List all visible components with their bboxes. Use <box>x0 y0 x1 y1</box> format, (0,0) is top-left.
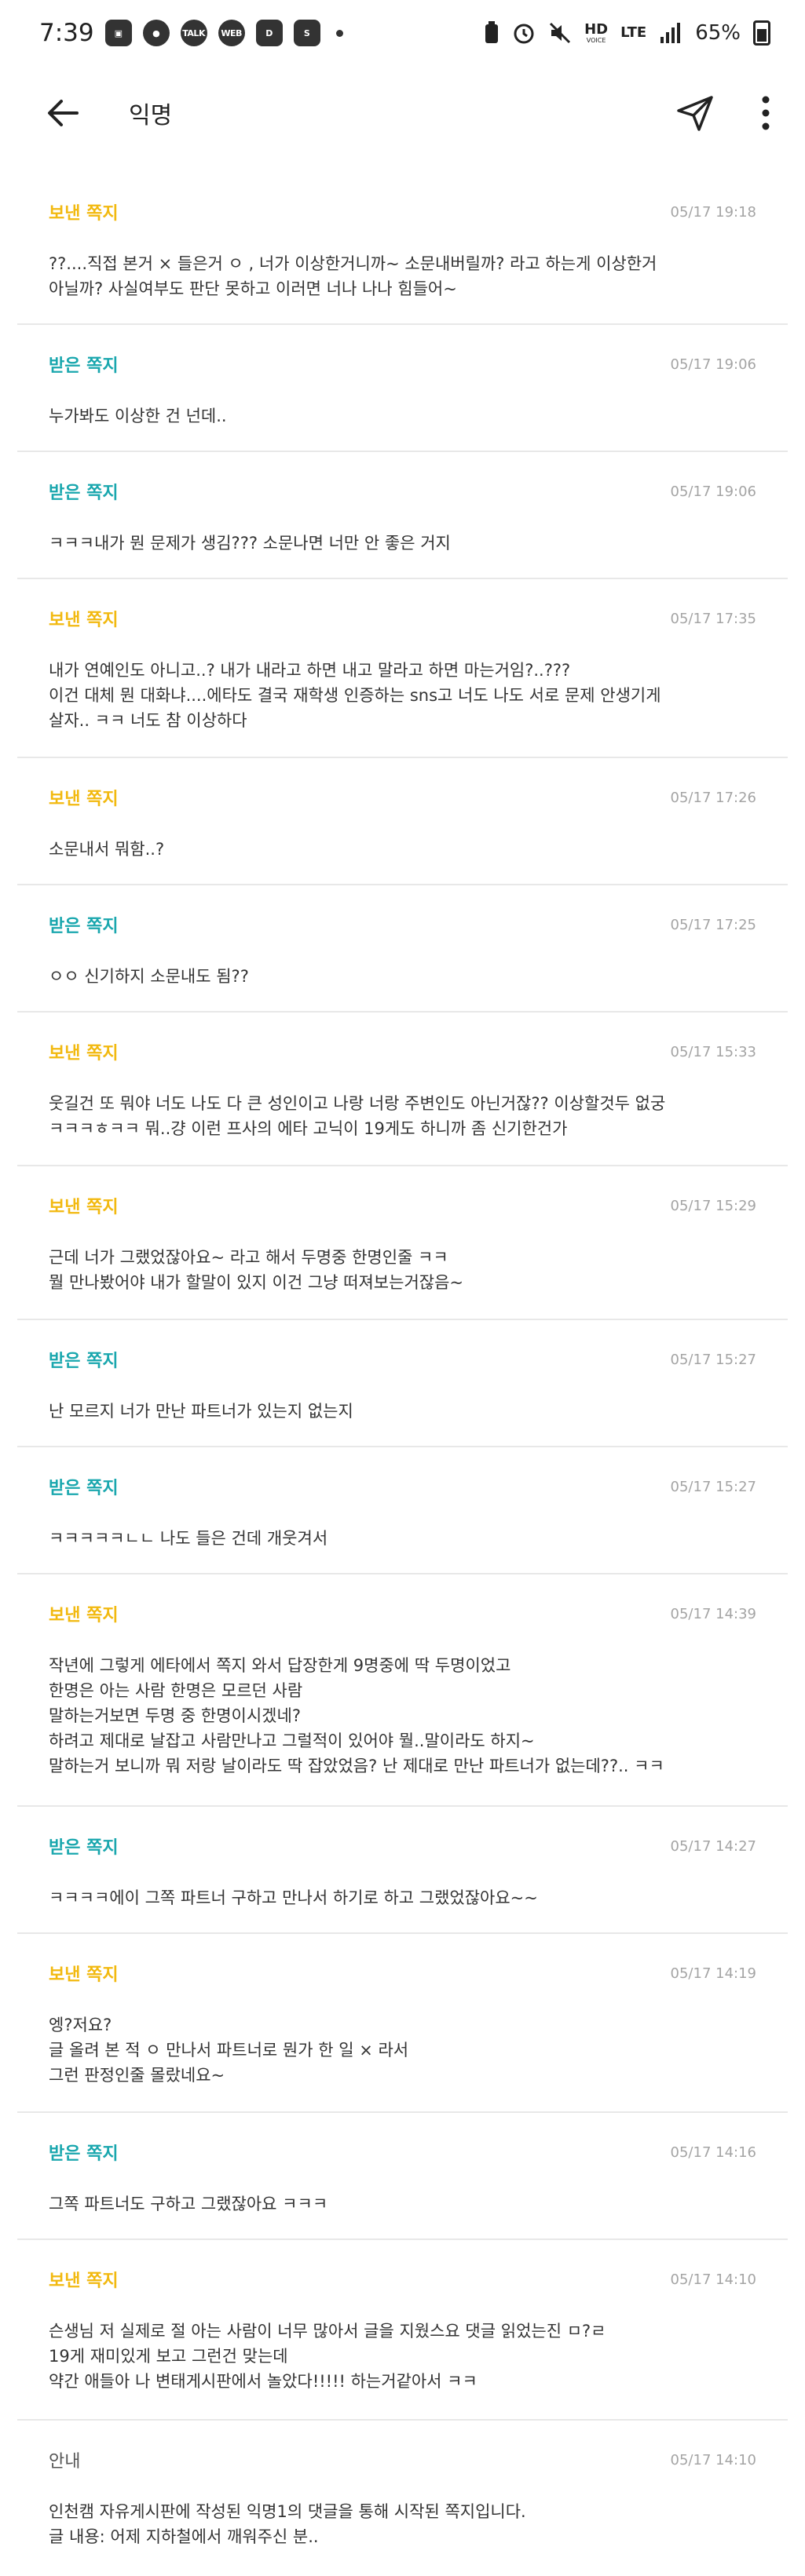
message-body: 소문내서 뭐함..? <box>49 840 165 859</box>
message-item[interactable]: 받은 쪽지 05/17 15:27 난 모르지 너가 만난 파트너가 있는지 없… <box>17 1320 788 1447</box>
alarm-icon <box>514 24 534 44</box>
battery-percent: 65% <box>695 21 741 45</box>
message-item[interactable]: 받은 쪽지 05/17 14:16 그쪽 파트너도 구하고 그랬잖아요 ㅋㅋㅋ <box>17 2113 788 2240</box>
page-title: 익명 <box>129 102 173 130</box>
mute-icon <box>550 22 571 44</box>
more-notifications-dot-icon <box>335 29 343 37</box>
battery-icon <box>753 20 770 46</box>
status-bar: 7:39 ▣ ● TALK WEB D S HD VOICE LTE 65% <box>0 0 805 66</box>
message-item[interactable]: 보낸 쪽지 05/17 15:33 웃길건 또 뭐야 너도 나도 다 큰 성인이… <box>17 1013 788 1166</box>
hd-voice-indicator: HD VOICE <box>584 20 609 44</box>
message-type: 보낸 쪽지 <box>49 790 119 809</box>
message-date: 05/17 15:29 <box>670 1197 756 1214</box>
message-item[interactable]: 보낸 쪽지 05/17 14:39 작년에 그렇게 에타에서 쪽지 와서 답장한… <box>17 1574 788 1807</box>
message-type: 보낸 쪽지 <box>49 1965 119 1985</box>
talk-icon: TALK <box>180 20 207 46</box>
message-type: 받은 쪽지 <box>49 483 119 503</box>
message-body: 내가 연예인도 아니고..? 내가 내라고 하면 내고 말라고 하면 마는거임?… <box>49 661 661 730</box>
message-type: 보낸 쪽지 <box>49 204 119 224</box>
message-body: ㅋㅋㅋㅋ에이 그쪽 파트너 구하고 만나서 하기로 하고 그랬었잖아요~~ <box>49 1888 538 1907</box>
message-type: 보낸 쪽지 <box>49 2271 119 2291</box>
message-body: 엥?저요? 글 올려 본 적 ㅇ 만나서 파트너로 뭔가 한 일 × 라서 그런… <box>49 2016 409 2085</box>
webtoon-icon: WEB <box>218 20 245 46</box>
more-vertical-icon <box>762 96 770 130</box>
message-type: 받은 쪽지 <box>49 2144 119 2164</box>
message-item[interactable]: 받은 쪽지 05/17 14:27 ㅋㅋㅋㅋ에이 그쪽 파트너 구하고 만나서 … <box>17 1807 788 1934</box>
status-time: 7:39 <box>39 19 94 47</box>
message-date: 05/17 14:16 <box>670 2144 756 2161</box>
message-date: 05/17 15:27 <box>670 1478 756 1495</box>
message-type: 받은 쪽지 <box>49 1838 119 1858</box>
message-type: 안내 <box>49 2452 81 2472</box>
message-body: 난 모르지 너가 만난 파트너가 있는지 없는지 <box>49 1402 353 1421</box>
message-date: 05/17 19:06 <box>670 483 756 500</box>
message-item[interactable]: 보낸 쪽지 05/17 17:26 소문내서 뭐함..? <box>17 758 788 885</box>
s-icon: S <box>293 20 320 46</box>
message-item[interactable]: 보낸 쪽지 05/17 15:29 근데 너가 그랬었잖아요~ 라고 해서 두명… <box>17 1166 788 1320</box>
gallery-icon: ▣ <box>104 20 132 46</box>
message-type: 받은 쪽지 <box>49 1479 119 1498</box>
message-body: 인천캠 자유게시판에 작성된 익명1의 댓글을 통해 시작된 쪽지입니다. 글 … <box>49 2502 526 2546</box>
chat-icon: ● <box>142 20 170 46</box>
message-item[interactable]: 받은 쪽지 05/17 19:06 누가봐도 이상한 건 넌데.. <box>17 325 788 452</box>
message-item[interactable]: 보낸 쪽지 05/17 14:10 슨생님 저 실제로 절 아는 사람이 너무 … <box>17 2240 788 2421</box>
status-bar-right: HD VOICE LTE 65% <box>484 20 770 46</box>
message-item[interactable]: 보낸 쪽지 05/17 17:35 내가 연예인도 아니고..? 내가 내라고 … <box>17 579 788 758</box>
app-bar: 익명 <box>0 66 805 160</box>
message-body: ㅇㅇ 신기하지 소문내도 됨?? <box>49 967 249 986</box>
message-item[interactable]: 받은 쪽지 05/17 19:06 ㅋㅋㅋ내가 뭔 문제가 생김??? 소문나면… <box>17 452 788 579</box>
paper-plane-icon <box>677 96 713 131</box>
message-body: 슨생님 저 실제로 절 아는 사람이 너무 많아서 글을 지웠스요 댓글 읽었는… <box>49 2322 606 2391</box>
message-date: 05/17 17:25 <box>670 916 756 933</box>
hd-label: HD <box>584 20 609 38</box>
message-date: 05/17 14:10 <box>670 2271 756 2288</box>
message-date: 05/17 19:06 <box>670 356 756 373</box>
send-message-button[interactable] <box>670 88 720 138</box>
voice-label: VOICE <box>586 36 606 44</box>
message-body: ㅋㅋㅋㅋㅋㄴㄴ 나도 들은 건데 개웃겨서 <box>49 1529 328 1548</box>
battery-saver-icon <box>485 21 499 43</box>
message-type: 받은 쪽지 <box>49 356 119 376</box>
message-type: 받은 쪽지 <box>49 1352 119 1371</box>
back-button[interactable] <box>38 88 88 138</box>
message-type: 보낸 쪽지 <box>49 611 119 630</box>
message-date: 05/17 15:33 <box>670 1043 756 1060</box>
message-body: ㅋㅋㅋ내가 뭔 문제가 생김??? 소문나면 너만 안 좋은 거지 <box>49 534 451 553</box>
daily-icon: D <box>255 20 283 46</box>
message-body: ??....직접 본거 × 들은거 ㅇ , 너가 이상한거니까~ 소문내버릴까?… <box>49 254 657 298</box>
more-options-button[interactable] <box>750 88 781 138</box>
signal-icon <box>660 23 681 43</box>
message-date: 05/17 14:39 <box>670 1605 756 1622</box>
message-type: 보낸 쪽지 <box>49 1044 119 1064</box>
message-date: 05/17 19:18 <box>670 203 756 221</box>
message-body: 근데 너가 그랬었잖아요~ 라고 해서 두명중 한명인줄 ㅋㅋ 뭘 만나봤어야 … <box>49 1248 464 1292</box>
message-type: 보낸 쪽지 <box>49 1606 119 1626</box>
arrow-left-icon <box>48 100 79 126</box>
message-item[interactable]: 보낸 쪽지 05/17 19:18 ??....직접 본거 × 들은거 ㅇ , … <box>17 188 788 325</box>
message-item[interactable]: 안내 05/17 14:10 인천캠 자유게시판에 작성된 익명1의 댓글을 통… <box>17 2421 788 2576</box>
lte-label: LTE <box>620 24 647 41</box>
message-body: 누가봐도 이상한 건 넌데.. <box>49 407 227 425</box>
message-body: 웃길건 또 뭐야 너도 나도 다 큰 성인이고 나랑 너랑 주변인도 아닌거잖?… <box>49 1094 666 1138</box>
message-date: 05/17 17:26 <box>670 789 756 806</box>
message-item[interactable]: 받은 쪽지 05/17 17:25 ㅇㅇ 신기하지 소문내도 됨?? <box>17 885 788 1013</box>
message-type: 받은 쪽지 <box>49 917 119 936</box>
message-item[interactable]: 보낸 쪽지 05/17 14:19 엥?저요? 글 올려 본 적 ㅇ 만나서 파… <box>17 1934 788 2113</box>
message-date: 05/17 15:27 <box>670 1351 756 1368</box>
message-date: 05/17 14:19 <box>670 1965 756 1982</box>
message-type: 보낸 쪽지 <box>49 1198 119 1217</box>
message-body: 그쪽 파트너도 구하고 그랬잖아요 ㅋㅋㅋ <box>49 2195 328 2213</box>
message-date: 05/17 14:10 <box>670 2451 756 2468</box>
message-item[interactable]: 받은 쪽지 05/17 15:27 ㅋㅋㅋㅋㅋㄴㄴ 나도 들은 건데 개웃겨서 <box>17 1447 788 1574</box>
message-date: 05/17 17:35 <box>670 610 756 627</box>
status-bar-left: 7:39 ▣ ● TALK WEB D S <box>39 19 343 47</box>
message-body: 작년에 그렇게 에타에서 쪽지 와서 답장한게 9명중에 딱 두명이었고 한명은… <box>49 1656 664 1775</box>
message-date: 05/17 14:27 <box>670 1837 756 1855</box>
